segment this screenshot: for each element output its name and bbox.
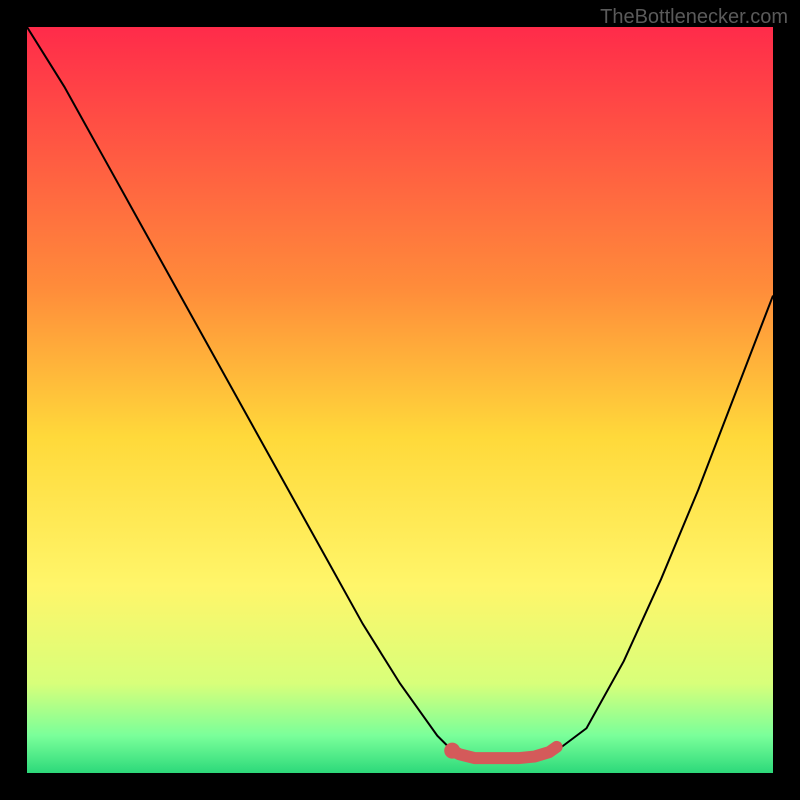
watermark-text: TheBottlenecker.com [600,6,788,29]
optimal-zone-start-marker [444,743,460,759]
chart-plot-area [27,27,773,773]
chart-background-gradient [27,27,773,773]
chart-svg [27,27,773,773]
